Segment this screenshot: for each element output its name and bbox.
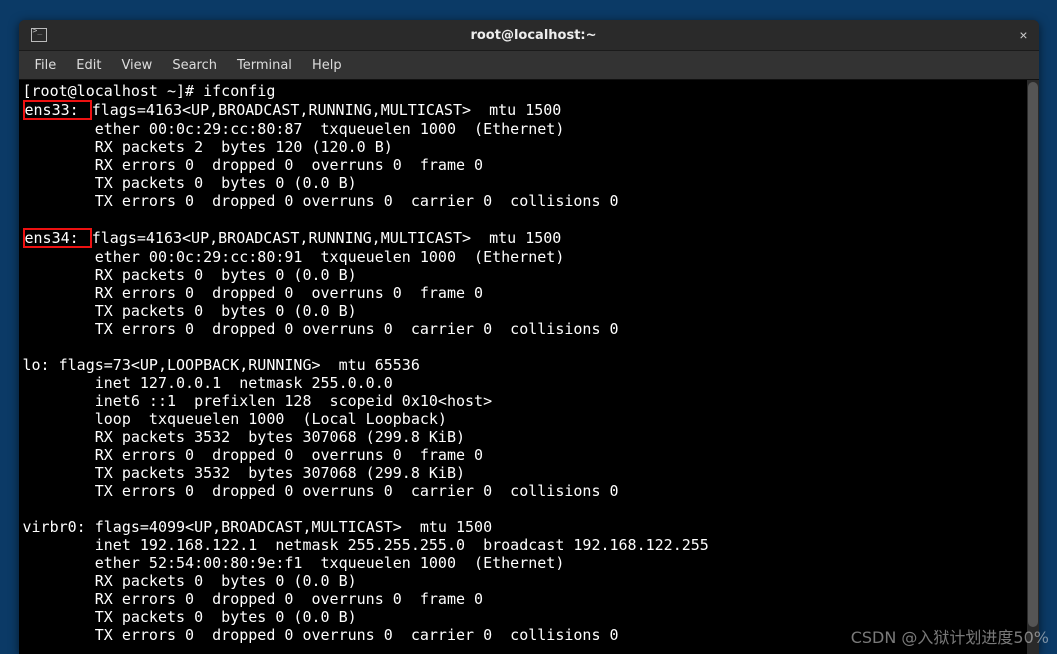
scrollbar[interactable] [1027,80,1039,654]
menubar: File Edit View Search Terminal Help [19,51,1039,80]
terminal-window: root@localhost:~ × File Edit View Search… [19,20,1039,654]
menu-help[interactable]: Help [302,58,352,73]
iface-lo-line2: inet6 ::1 prefixlen 128 scopeid 0x10<hos… [23,392,493,410]
iface-ens34-line5: TX packets 0 bytes 0 (0.0 B) [23,302,357,320]
menu-terminal[interactable]: Terminal [227,58,302,73]
shell-prompt: [root@localhost ~]# [23,82,204,100]
terminal-output[interactable]: [root@localhost ~]# ifconfig ens33: flag… [19,80,1039,654]
iface-ens34-line4: RX errors 0 dropped 0 overruns 0 frame 0 [23,284,484,302]
iface-virbr0-line5: TX packets 0 bytes 0 (0.0 B) [23,608,357,626]
iface-lo-line7: TX errors 0 dropped 0 overruns 0 carrier… [23,482,619,500]
scrollbar-thumb[interactable] [1028,82,1038,627]
iface-ens33-name: ens33: [25,101,88,119]
iface-ens33-line4: RX errors 0 dropped 0 overruns 0 frame 0 [23,156,484,174]
iface-virbr0-line4: RX errors 0 dropped 0 overruns 0 frame 0 [23,590,484,608]
iface-lo-line3: loop txqueuelen 1000 (Local Loopback) [23,410,447,428]
highlight-box-ens34: ens34: [23,228,92,248]
close-button[interactable]: × [1009,27,1039,43]
iface-virbr0-line0: virbr0: flags=4099<UP,BROADCAST,MULTICAS… [23,518,493,536]
iface-virbr0-line2: ether 52:54:00:80:9e:f1 txqueuelen 1000 … [23,554,565,572]
highlight-box-ens33: ens33: [23,100,92,120]
menu-file[interactable]: File [25,58,67,73]
menu-edit[interactable]: Edit [66,58,111,73]
iface-lo-line0: lo: flags=73<UP,LOOPBACK,RUNNING> mtu 65… [23,356,420,374]
titlebar-left [19,28,59,42]
watermark: CSDN @入狱计划进度50% [851,624,1049,648]
iface-lo-line6: TX packets 3532 bytes 307068 (299.8 KiB) [23,464,466,482]
iface-ens33-line2: ether 00:0c:29:cc:80:87 txqueuelen 1000 … [23,120,565,138]
iface-ens34-line6: TX errors 0 dropped 0 overruns 0 carrier… [23,320,619,338]
command-text: ifconfig [203,82,275,100]
menu-view[interactable]: View [111,58,162,73]
menu-search[interactable]: Search [162,58,227,73]
iface-lo-line1: inet 127.0.0.1 netmask 255.0.0.0 [23,374,393,392]
iface-virbr0-line1: inet 192.168.122.1 netmask 255.255.255.0… [23,536,709,554]
iface-ens34-name: ens34: [25,229,88,247]
iface-ens33-line1: flags=4163<UP,BROADCAST,RUNNING,MULTICAS… [92,101,562,119]
iface-ens33-line6: TX errors 0 dropped 0 overruns 0 carrier… [23,192,619,210]
iface-ens34-line2: ether 00:0c:29:cc:80:91 txqueuelen 1000 … [23,248,565,266]
iface-lo-line5: RX errors 0 dropped 0 overruns 0 frame 0 [23,446,484,464]
iface-ens33-line5: TX packets 0 bytes 0 (0.0 B) [23,174,357,192]
iface-ens34-line3: RX packets 0 bytes 0 (0.0 B) [23,266,357,284]
iface-ens33-line3: RX packets 2 bytes 120 (120.0 B) [23,138,393,156]
iface-virbr0-line6: TX errors 0 dropped 0 overruns 0 carrier… [23,626,619,644]
iface-virbr0-line3: RX packets 0 bytes 0 (0.0 B) [23,572,357,590]
window-title: root@localhost:~ [59,28,1009,43]
terminal-app-icon [31,28,47,42]
iface-lo-line4: RX packets 3532 bytes 307068 (299.8 KiB) [23,428,466,446]
iface-ens34-line1: flags=4163<UP,BROADCAST,RUNNING,MULTICAS… [92,229,562,247]
titlebar: root@localhost:~ × [19,20,1039,51]
